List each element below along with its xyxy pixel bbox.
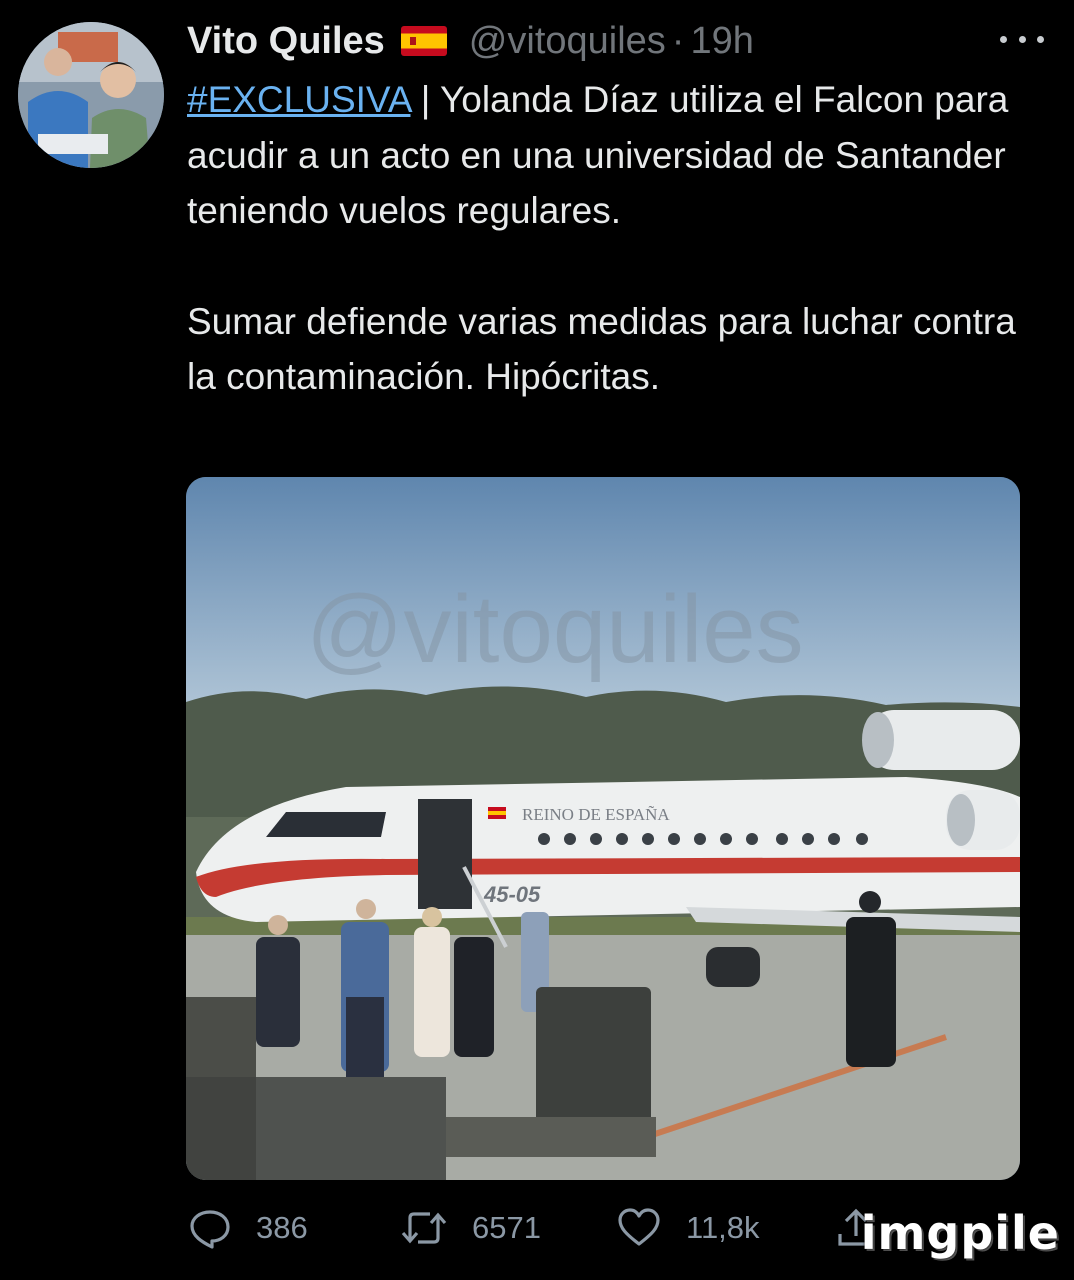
reply-button[interactable]: 386 bbox=[188, 1200, 308, 1256]
retweet-count: 6571 bbox=[472, 1210, 541, 1245]
plane-label: REINO DE ESPAÑA bbox=[522, 805, 670, 824]
timestamp[interactable]: 19h bbox=[690, 20, 753, 63]
heart-icon bbox=[618, 1208, 660, 1246]
tweet-media-image[interactable]: REINO DE ESPAÑA 45-05 @vitoquiles bbox=[186, 477, 1020, 1180]
tweet-text: #EXCLUSIVA | Yolanda Díaz utiliza el Fal… bbox=[187, 72, 1047, 405]
tweet-paragraph-1: #EXCLUSIVA | Yolanda Díaz utiliza el Fal… bbox=[187, 72, 1047, 239]
display-name[interactable]: Vito Quiles bbox=[187, 20, 385, 63]
hashtag-link[interactable]: #EXCLUSIVA bbox=[187, 79, 410, 120]
user-handle[interactable]: @vitoquiles bbox=[469, 20, 666, 63]
site-watermark: imgpile bbox=[860, 1206, 1060, 1260]
retweet-button[interactable]: 6571 bbox=[400, 1200, 541, 1256]
retweet-icon bbox=[401, 1212, 447, 1244]
like-button[interactable]: 11,8k bbox=[616, 1200, 760, 1256]
like-count: 11,8k bbox=[686, 1210, 760, 1245]
plane-number: 45-05 bbox=[483, 882, 541, 907]
tweet-paragraph-2: Sumar defiende varias medidas para lucha… bbox=[187, 300, 1016, 398]
spain-flag-icon bbox=[400, 26, 447, 56]
reply-count: 386 bbox=[256, 1210, 308, 1245]
more-options-icon[interactable] bbox=[1000, 27, 1044, 51]
avatar-image bbox=[18, 22, 164, 168]
tweet-header: Vito Quiles @vitoquiles · 19h bbox=[187, 14, 1054, 68]
separator-dot: · bbox=[671, 19, 685, 62]
avatar[interactable] bbox=[18, 22, 164, 168]
reply-icon bbox=[190, 1210, 230, 1249]
media-watermark: @vitoquiles bbox=[306, 576, 804, 683]
